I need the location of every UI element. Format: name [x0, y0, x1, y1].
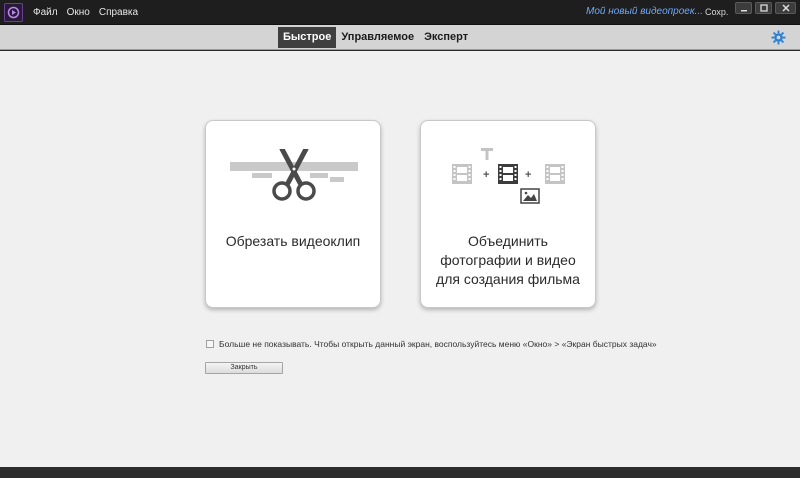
svg-text:+: +: [525, 169, 531, 181]
minimize-icon: [740, 10, 747, 12]
merge-label-line-1: Объединить: [468, 233, 548, 249]
menu-file[interactable]: Файл: [33, 5, 58, 20]
gear-icon[interactable]: [771, 30, 786, 45]
trim-clip-card[interactable]: Обрезать видеоклип: [205, 120, 381, 308]
dont-show-label: Больше не показывать. Чтобы открыть данн…: [219, 339, 657, 349]
mode-tabs: Быстрое Управляемое Эксперт: [278, 27, 473, 48]
mode-bar: Быстрое Управляемое Эксперт: [0, 25, 800, 50]
dont-show-checkbox[interactable]: [206, 340, 214, 348]
merge-label-line-2: фотографии и видео: [440, 252, 576, 268]
tab-guided[interactable]: Управляемое: [336, 27, 419, 48]
status-bar: [0, 467, 800, 478]
save-button[interactable]: Сохр.: [705, 7, 728, 17]
project-title[interactable]: Мой новый видеопроек...: [586, 6, 703, 17]
window-controls: [735, 2, 796, 14]
svg-text:+: +: [483, 169, 489, 181]
dont-show-again-option: Больше не показывать. Чтобы открыть данн…: [206, 339, 657, 349]
quick-tasks-screen: Обрезать видеоклип + + Объединить фотогр…: [0, 51, 800, 467]
close-button[interactable]: Закрыть: [205, 362, 283, 374]
tab-quick[interactable]: Быстрое: [278, 27, 337, 48]
app-logo-icon[interactable]: [4, 2, 23, 22]
merge-media-card[interactable]: + + Объединить фотографии и видео для со…: [420, 120, 596, 308]
maximize-button[interactable]: [755, 2, 772, 14]
menu-help[interactable]: Справка: [99, 5, 138, 20]
close-window-button[interactable]: [775, 2, 796, 14]
trim-clip-label: Обрезать видеоклип: [225, 233, 361, 249]
menu-bar: Файл Окно Справка: [33, 5, 138, 20]
menu-window[interactable]: Окно: [67, 5, 90, 20]
merge-media-label: Объединить фотографии и видео для создан…: [421, 232, 595, 289]
tab-expert[interactable]: Эксперт: [419, 27, 473, 48]
maximize-icon: [759, 4, 768, 12]
minimize-button[interactable]: [735, 2, 752, 14]
merge-label-line-3: для создания фильма: [436, 271, 580, 287]
close-icon: [781, 4, 790, 12]
scissors-trim-icon: [230, 149, 358, 201]
merge-media-icon: + +: [452, 148, 565, 204]
title-bar: Файл Окно Справка Мой новый видеопроек..…: [0, 0, 800, 25]
